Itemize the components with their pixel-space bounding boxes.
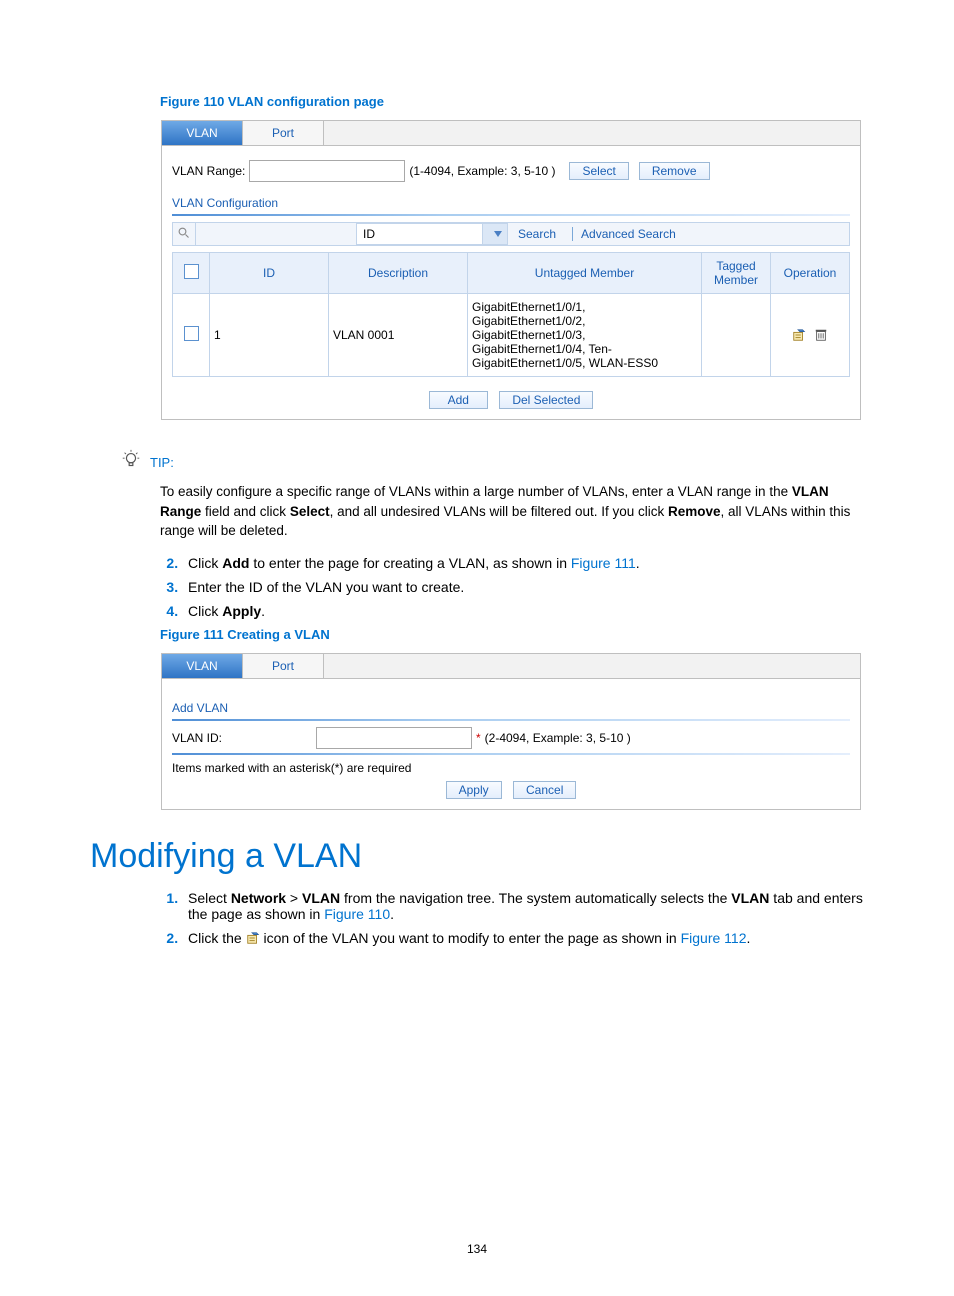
search-button[interactable]: Search	[508, 227, 566, 241]
section-divider-3	[172, 753, 850, 755]
figure-110-caption: Figure 110 VLAN configuration page	[160, 94, 864, 109]
cell-tagged	[702, 294, 771, 377]
edit-icon[interactable]	[792, 328, 806, 342]
table-row: 1 VLAN 0001 GigabitEthernet1/0/1, Gigabi…	[173, 294, 850, 377]
tip-label: TIP:	[150, 455, 174, 470]
col-description: Description	[329, 253, 468, 294]
select-button[interactable]: Select	[569, 162, 628, 180]
step-3: Enter the ID of the VLAN you want to cre…	[182, 579, 864, 595]
cell-description: VLAN 0001	[329, 294, 468, 377]
add-vlan-title: Add VLAN	[172, 701, 850, 715]
tip-block: TIP: To easily configure a specific rang…	[160, 449, 864, 541]
figure-110-screenshot: VLAN Port VLAN Range: (1-4094, Example: …	[160, 119, 862, 421]
cell-untagged: GigabitEthernet1/0/1, GigabitEthernet1/0…	[468, 294, 702, 377]
heading-modifying-vlan: Modifying a VLAN	[90, 837, 864, 876]
trash-icon[interactable]	[814, 328, 828, 342]
figure-110-link[interactable]: Figure 110	[324, 906, 390, 922]
vlan-id-label: VLAN ID:	[172, 731, 312, 745]
col-tagged: Tagged Member	[702, 253, 771, 294]
col-untagged: Untagged Member	[468, 253, 702, 294]
tab-bar-2: VLAN Port	[161, 653, 861, 679]
del-selected-button[interactable]: Del Selected	[499, 391, 593, 409]
page-number: 134	[0, 1242, 954, 1256]
remove-button[interactable]: Remove	[639, 162, 710, 180]
figure-111-caption: Figure 111 Creating a VLAN	[160, 627, 864, 642]
vlan-range-hint: (1-4094, Example: 3, 5-10 )	[409, 164, 555, 178]
cancel-button[interactable]: Cancel	[513, 781, 576, 799]
chevron-down-icon	[482, 224, 507, 244]
search-icon	[173, 227, 195, 242]
lightbulb-icon	[120, 449, 142, 476]
vlan-range-input[interactable]	[249, 160, 405, 182]
tab-vlan[interactable]: VLAN	[162, 121, 243, 145]
vlan-id-hint: (2-4094, Example: 3, 5-10 )	[485, 731, 631, 745]
row-checkbox[interactable]	[184, 326, 199, 341]
id-dropdown[interactable]: ID	[356, 223, 508, 245]
figure-111-screenshot: VLAN Port Add VLAN VLAN ID: * (2-4094, Ex…	[160, 652, 862, 811]
step-2: Click Add to enter the page for creating…	[182, 555, 864, 571]
required-asterisk: *	[476, 731, 481, 745]
tab-port-2[interactable]: Port	[243, 654, 324, 678]
step-4: Click Apply.	[182, 603, 864, 619]
tab-port[interactable]: Port	[243, 121, 324, 145]
col-id: ID	[210, 253, 329, 294]
required-note: Items marked with an asterisk(*) are req…	[172, 761, 850, 775]
vlan-configuration-title: VLAN Configuration	[172, 196, 850, 210]
cell-id: 1	[210, 294, 329, 377]
col-operation: Operation	[771, 253, 850, 294]
section-divider-2	[172, 719, 850, 721]
figure-112-link[interactable]: Figure 112	[681, 930, 747, 946]
steps-list-b: Select Network > VLAN from the navigatio…	[162, 890, 864, 946]
mod-step-2: Click the icon of the VLAN you want to m…	[182, 930, 864, 946]
section-divider	[172, 214, 850, 216]
edit-icon-inline	[246, 931, 260, 945]
tab-vlan-2[interactable]: VLAN	[162, 654, 243, 678]
add-button[interactable]: Add	[429, 391, 488, 409]
figure-111-link[interactable]: Figure 111	[571, 555, 636, 571]
select-all-checkbox[interactable]	[184, 264, 199, 279]
search-row: ID Search Advanced Search	[172, 222, 850, 246]
vlan-id-input[interactable]	[316, 727, 472, 749]
vlan-range-label: VLAN Range:	[172, 164, 245, 178]
steps-list-a: Click Add to enter the page for creating…	[162, 555, 864, 619]
tip-text: To easily configure a specific range of …	[160, 482, 864, 541]
mod-step-1: Select Network > VLAN from the navigatio…	[182, 890, 864, 922]
id-dropdown-label: ID	[357, 227, 375, 241]
apply-button[interactable]: Apply	[446, 781, 502, 799]
tab-bar: VLAN Port	[161, 120, 861, 146]
vlan-table: ID Description Untagged Member Tagged Me…	[172, 252, 850, 377]
advanced-search-link[interactable]: Advanced Search	[572, 227, 676, 241]
